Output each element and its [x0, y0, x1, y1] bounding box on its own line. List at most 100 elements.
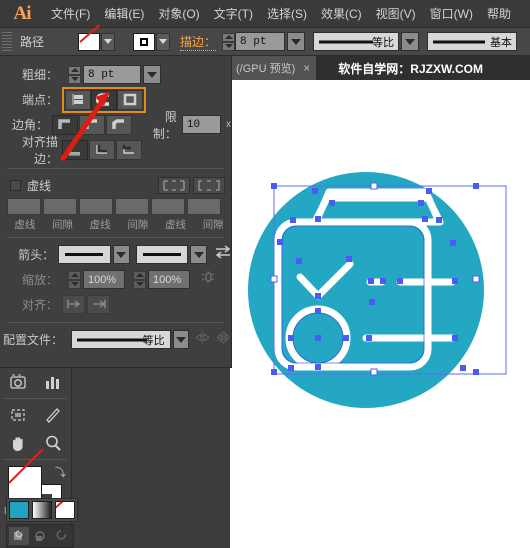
color-swatch-button[interactable]	[9, 501, 29, 519]
stroke-swatch-dropdown[interactable]	[156, 32, 171, 51]
align-arrow-button[interactable]	[87, 295, 110, 314]
triangle-up-icon	[70, 273, 79, 277]
camera-icon	[10, 374, 26, 389]
weight-stepper[interactable]	[68, 65, 81, 84]
arrowhead-end-dropdown[interactable]	[190, 245, 207, 264]
fill-swatch-dropdown[interactable]	[101, 32, 116, 51]
gap-field-1[interactable]	[43, 198, 77, 215]
stroke-weight-dropdown[interactable]	[287, 32, 306, 51]
menu-item-view[interactable]: 视图(V)	[369, 0, 423, 28]
stepper-down-button[interactable]	[68, 74, 81, 84]
arrowhead-end-select[interactable]	[135, 245, 189, 264]
round-join-button[interactable]	[79, 114, 106, 135]
menu-item-effect[interactable]: 效果(C)	[314, 0, 369, 28]
color-mode-buttons	[6, 498, 78, 522]
document-tab[interactable]: (/GPU 预览) ×	[230, 56, 317, 80]
butt-cap-button[interactable]	[65, 89, 91, 110]
stepper-up-button[interactable]	[133, 270, 146, 280]
arrow-scale-start-input[interactable]: 100%	[83, 270, 125, 289]
gap-field-2[interactable]	[115, 198, 149, 215]
miter-limit-unit: x	[226, 119, 231, 130]
flip-vertical-button[interactable]	[216, 330, 231, 349]
triangle-down-icon	[135, 282, 144, 286]
miter-limit-label: 限制：	[152, 109, 177, 141]
slice-tool[interactable]	[36, 401, 72, 429]
arrow-scale-end-input[interactable]: 100%	[148, 270, 190, 289]
arrowhead-start-dropdown[interactable]	[112, 245, 130, 264]
width-profile-dropdown[interactable]	[172, 330, 189, 349]
bevel-join-button[interactable]	[106, 114, 133, 135]
brush-definition[interactable]: 基本	[427, 32, 518, 51]
weight-label: 粗细：	[21, 68, 58, 82]
menu-item-window[interactable]: 窗口(W)	[423, 0, 480, 28]
width-profile-select[interactable]: 等比	[70, 330, 171, 349]
stroke-weight-stepper[interactable]	[222, 32, 236, 51]
menu-item-file[interactable]: 文件(F)	[44, 0, 97, 28]
menu-item-help[interactable]: 帮助	[480, 0, 518, 28]
zoom-tool[interactable]	[36, 429, 72, 457]
arrow-scale-row: 缩放： 100% 100%	[0, 267, 231, 292]
dash-fields-row	[0, 198, 231, 215]
flip-horizontal-button[interactable]	[194, 330, 211, 349]
align-inside-button[interactable]	[89, 139, 115, 160]
dash-preserve-button[interactable]	[158, 177, 190, 194]
stepper-up-button[interactable]	[222, 32, 236, 42]
draw-behind-button[interactable]	[30, 527, 50, 545]
menu-item-object[interactable]: 对象(O)	[151, 0, 206, 28]
dash-adjust-button[interactable]	[193, 177, 225, 194]
graph-tool[interactable]	[36, 368, 72, 396]
arrow-align-label: 对齐：	[21, 298, 58, 312]
stroke-weight-input[interactable]: 8 pt	[235, 32, 286, 51]
miter-limit-input[interactable]: 10	[181, 115, 221, 134]
close-icon[interactable]: ×	[303, 61, 310, 75]
dash-field-3[interactable]	[151, 198, 185, 215]
dash-field-2[interactable]	[79, 198, 113, 215]
fill-color-indicator[interactable]	[8, 466, 42, 500]
menu-item-select[interactable]: 选择(S)	[260, 0, 314, 28]
arrow-none-icon	[65, 253, 104, 256]
menu-item-type[interactable]: 文字(T)	[207, 0, 260, 28]
triangle-up-icon	[224, 35, 233, 39]
options-bar-grip[interactable]	[2, 31, 12, 52]
swap-fill-stroke-button[interactable]: ⤵	[55, 464, 66, 480]
fill-swatch[interactable]	[78, 32, 101, 51]
arrow-align-row: 对齐：	[0, 292, 231, 317]
options-bar: 路径 描边： 8 pt 等比 基本	[0, 28, 530, 56]
stepper-down-button[interactable]	[68, 279, 81, 289]
stepper-down-button[interactable]	[222, 41, 236, 51]
menu-item-edit[interactable]: 编辑(E)	[97, 0, 151, 28]
swap-arrowheads-button[interactable]	[215, 245, 231, 264]
align-outside-button[interactable]	[116, 139, 142, 160]
variable-width-profile[interactable]: 等比	[313, 32, 400, 51]
hand-tool[interactable]	[0, 429, 36, 457]
stroke-weight-label[interactable]: 描边：	[180, 33, 217, 51]
artboard-tool[interactable]	[0, 401, 36, 429]
dashed-line-checkbox[interactable]	[10, 180, 21, 191]
draw-inside-button[interactable]	[51, 527, 71, 545]
align-center-button[interactable]	[62, 139, 88, 160]
extend-arrow-button[interactable]	[62, 295, 85, 314]
arrowhead-start-select[interactable]	[58, 245, 111, 264]
stroke-swatch[interactable]	[133, 32, 156, 51]
arrowheads-label: 箭头：	[18, 248, 55, 262]
link-scale-button[interactable]	[200, 270, 216, 289]
draw-normal-button[interactable]	[9, 527, 29, 545]
projecting-cap-button[interactable]	[117, 89, 143, 110]
miter-join-button[interactable]	[52, 114, 79, 135]
weight-input[interactable]: 8 pt	[83, 65, 141, 84]
scale-end-stepper[interactable]	[133, 270, 146, 289]
gradient-swatch-button[interactable]	[32, 501, 52, 519]
stepper-down-button[interactable]	[133, 279, 146, 289]
none-swatch-button[interactable]	[55, 501, 75, 519]
perspective-grid-tool[interactable]	[0, 368, 36, 396]
stepper-up-button[interactable]	[68, 270, 81, 280]
gap-field-3[interactable]	[187, 198, 221, 215]
weight-dropdown[interactable]	[143, 65, 161, 84]
stepper-up-button[interactable]	[68, 65, 81, 75]
profile-line-icon	[76, 338, 147, 341]
round-cap-button[interactable]	[91, 89, 117, 110]
dash-field-1[interactable]	[7, 198, 41, 215]
variable-width-dropdown[interactable]	[401, 32, 420, 51]
scale-start-stepper[interactable]	[68, 270, 81, 289]
artboard-canvas[interactable]	[230, 80, 530, 548]
